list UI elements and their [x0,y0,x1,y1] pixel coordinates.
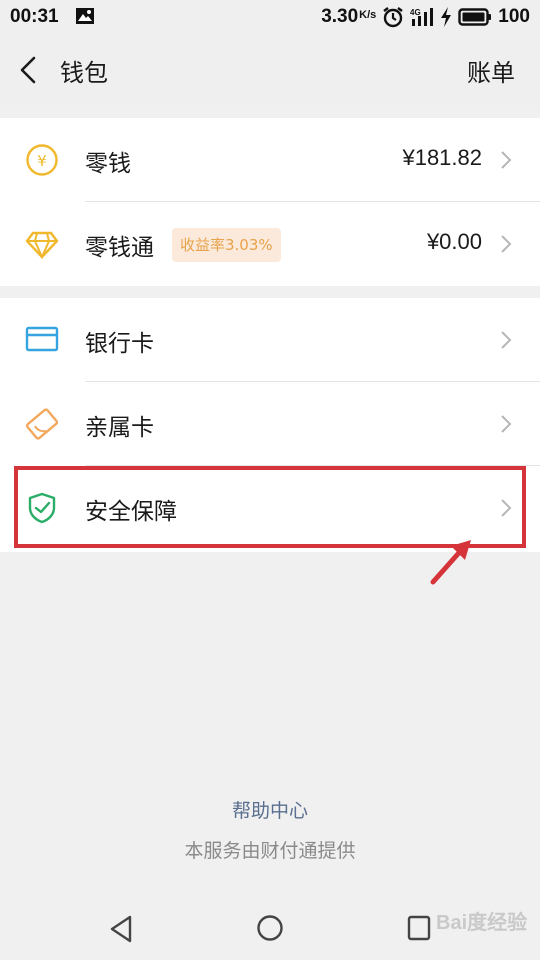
row-label: 安全保障 [85,499,177,525]
navigation-bar: 钱包 账单 [0,34,540,106]
family-card-icon [25,408,59,440]
alarm-clock-icon [383,7,404,28]
watermark: Bai度经验 [436,912,528,934]
charging-bolt-icon [441,7,452,27]
battery-icon [458,8,492,26]
yuan-coin-icon: ¥ [26,144,58,176]
chevron-right-icon [501,499,512,517]
row-family-card[interactable]: 亲属卡 [0,382,540,466]
row-label: 亲属卡 [85,415,154,441]
status-right-group: 3.30K/s 4G 100 [321,6,530,28]
balance-amount: ¥0.00 [426,229,482,254]
chevron-right-icon [501,331,512,349]
cards-group: 银行卡 亲属卡 安全保障 [0,298,540,552]
page-title: 钱包 [60,59,108,87]
bank-card-icon [25,326,59,352]
system-recents-icon[interactable] [406,914,432,942]
balance-group: ¥ 零钱 ¥181.82 零钱通 收益率3.03% ¥0.00 [0,118,540,286]
svg-text:4G: 4G [410,8,421,17]
row-change[interactable]: ¥ 零钱 ¥181.82 [0,118,540,202]
chevron-right-icon [501,151,512,169]
diamond-icon [25,231,59,260]
network-speed: 3.30K/s [321,6,377,27]
row-label: 零钱 [85,151,131,177]
system-home-icon[interactable] [256,914,284,942]
help-center-link[interactable]: 帮助中心 [0,796,540,823]
battery-level: 100 [498,6,530,27]
row-label: 银行卡 [85,331,154,357]
yield-rate-badge: 收益率3.03% [172,228,281,262]
status-bar: 00:31 3.30K/s 4G 100 [0,0,540,34]
row-change-pass[interactable]: 零钱通 收益率3.03% ¥0.00 [0,202,540,286]
system-back-icon[interactable] [108,914,134,944]
back-arrow-icon[interactable] [16,54,42,86]
service-provider-note: 本服务由财付通提供 [184,840,356,862]
shield-check-icon [28,492,56,524]
chevron-right-icon [501,415,512,433]
svg-text:¥: ¥ [37,152,47,170]
row-security[interactable]: 安全保障 [0,466,540,550]
chevron-right-icon [501,235,512,253]
image-notification-icon [76,8,94,24]
bill-button[interactable]: 账单 [467,53,515,88]
status-time: 00:31 [10,6,59,27]
signal-4g-icon: 4G [410,8,434,26]
row-bank-card[interactable]: 银行卡 [0,298,540,382]
balance-amount: ¥181.82 [402,145,482,170]
row-label: 零钱通 [85,235,154,261]
